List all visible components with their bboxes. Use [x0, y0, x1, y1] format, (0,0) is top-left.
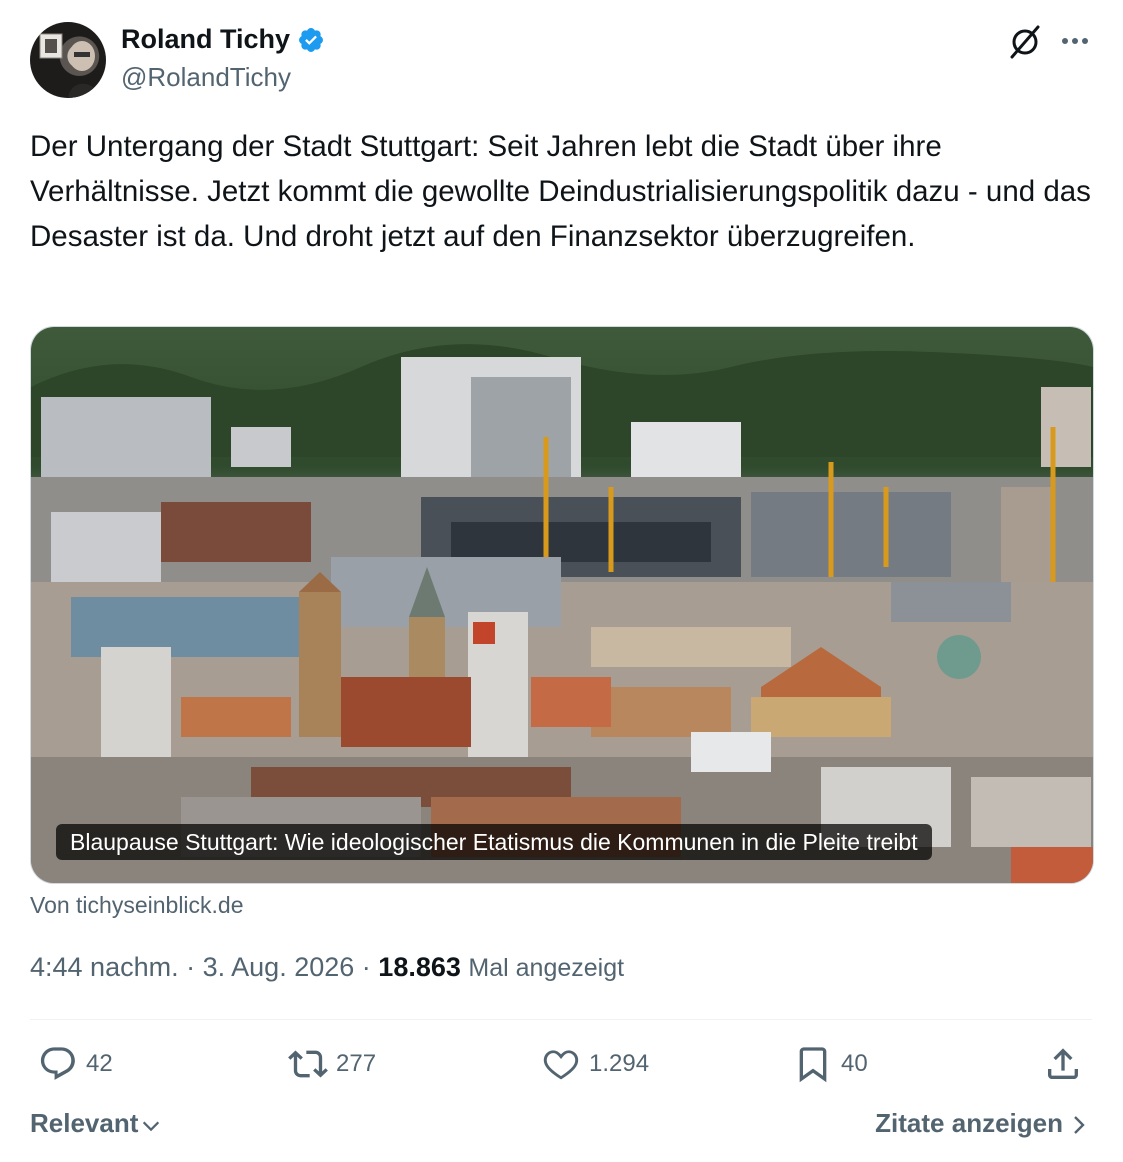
bookmark-icon [799, 1047, 827, 1083]
retweet-icon [288, 1050, 328, 1078]
retweet-button[interactable]: 277 [288, 1044, 376, 1084]
quotes-label: Zitate anzeigen [875, 1108, 1063, 1138]
bookmark-button[interactable]: 40 [793, 1044, 868, 1084]
author-handle[interactable]: @RolandTichy [121, 62, 291, 93]
view-quotes-link[interactable]: Zitate anzeigen [875, 1108, 1089, 1139]
tweet-meta: 4:44 nachm. · 3. Aug. 2026 · 18.863 Mal … [30, 952, 624, 983]
card-title: Blaupause Stuttgart: Wie ideologischer E… [56, 824, 932, 860]
retweet-count: 277 [336, 1050, 377, 1077]
bookmark-count: 40 [841, 1050, 868, 1077]
reply-button[interactable]: 42 [38, 1044, 113, 1084]
like-button[interactable]: 1.294 [541, 1044, 649, 1084]
more-icon[interactable] [1058, 26, 1092, 56]
reply-icon [40, 1047, 75, 1080]
tweet: Roland Tichy @RolandTichy Der Untergang … [0, 0, 1123, 1162]
divider [30, 1019, 1092, 1020]
link-card[interactable]: Blaupause Stuttgart: Wie ideologischer E… [30, 326, 1094, 884]
share-button[interactable] [1043, 1044, 1083, 1084]
share-icon [1048, 1048, 1078, 1079]
card-source[interactable]: Von tichyseinblick.de [30, 892, 244, 919]
meta-separator: · [186, 952, 196, 982]
views-label: Mal angezeigt [468, 954, 625, 982]
verified-icon [299, 27, 323, 52]
views-count: 18.863 [378, 952, 461, 982]
card-image [31, 327, 1093, 883]
tweet-time[interactable]: 4:44 nachm. [30, 952, 179, 982]
chevron-down-icon [143, 1121, 160, 1131]
author-name[interactable]: Roland Tichy [121, 24, 290, 55]
avatar[interactable] [30, 22, 106, 98]
reply-count: 42 [86, 1050, 113, 1077]
grok-icon[interactable] [1007, 24, 1043, 60]
tweet-text: Der Untergang der Stadt Stuttgart: Seit … [30, 130, 1091, 253]
tweet-date[interactable]: 3. Aug. 2026 [203, 952, 355, 982]
author-row: Roland Tichy [121, 24, 325, 55]
like-count: 1.294 [589, 1050, 650, 1077]
chevron-right-icon [1074, 1115, 1085, 1134]
meta-separator-2: · [361, 952, 371, 982]
sort-dropdown[interactable]: Relevant [30, 1108, 162, 1139]
sort-label: Relevant [30, 1108, 139, 1138]
like-icon [543, 1050, 579, 1080]
